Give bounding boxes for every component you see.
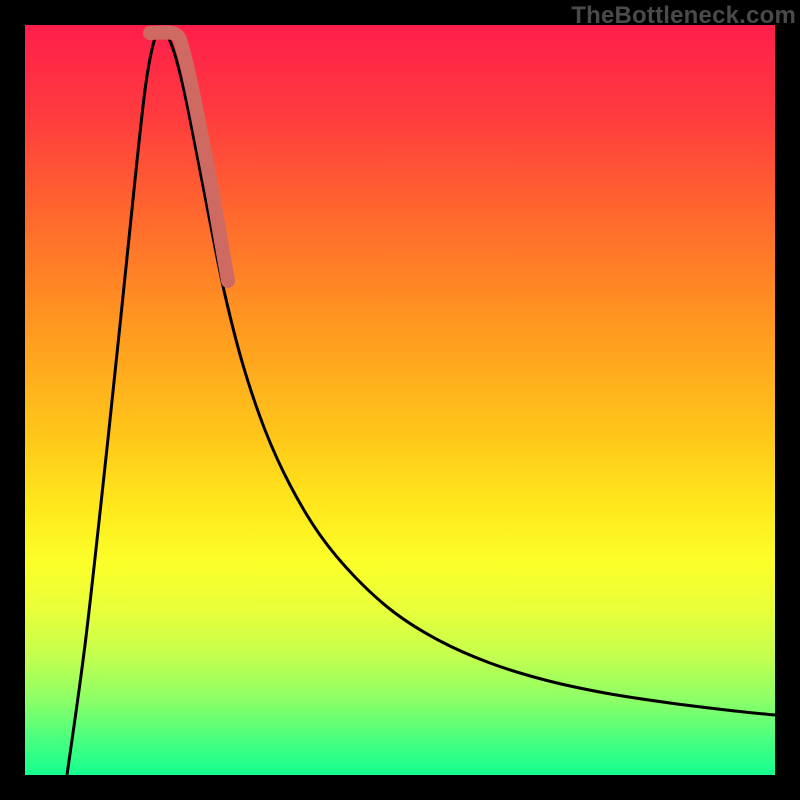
bottleneck-curve: [67, 29, 775, 775]
highlight-segment: [150, 32, 228, 281]
watermark-text: TheBottleneck.com: [571, 2, 796, 30]
chart-overlay: [25, 25, 775, 775]
